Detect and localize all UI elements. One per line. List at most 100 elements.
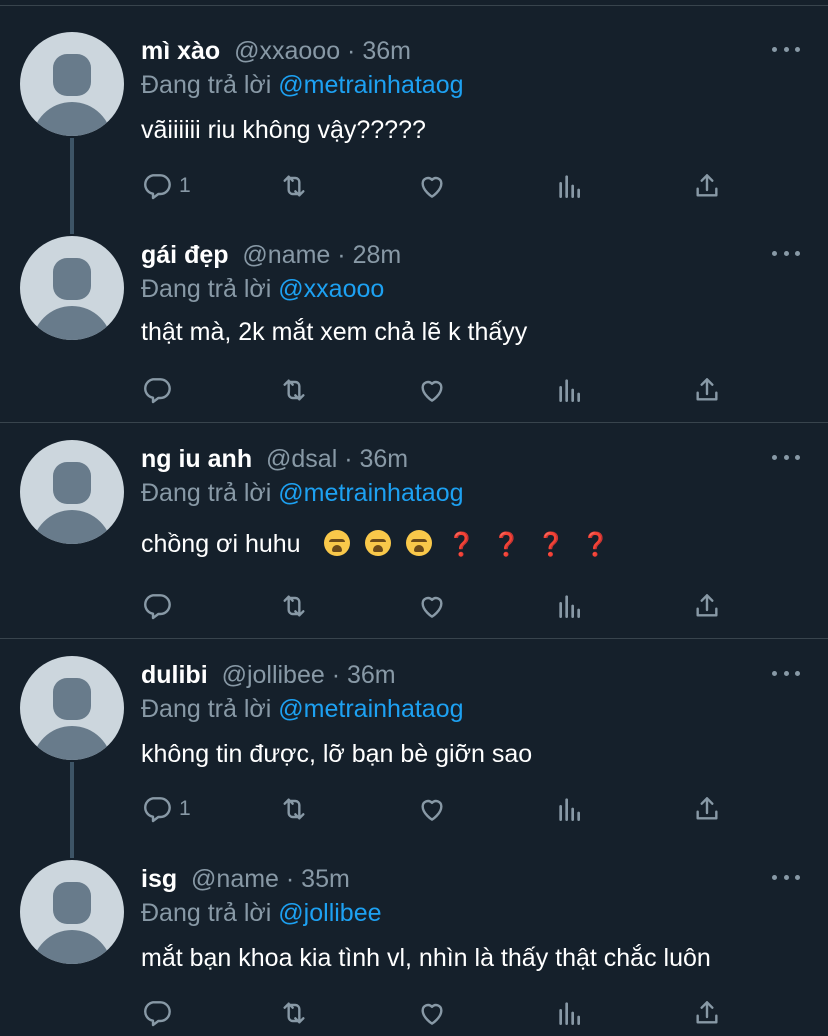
- handle[interactable]: @name: [242, 241, 330, 269]
- thread-connector: [70, 138, 74, 234]
- display-name[interactable]: isg: [141, 865, 177, 893]
- retweet-button[interactable]: [278, 792, 310, 826]
- avatar[interactable]: [20, 656, 124, 760]
- tweet-actions: [141, 589, 741, 623]
- replying-label: Đang trả lời: [141, 479, 272, 507]
- replying-to: Đang trả lời @metrainhataog: [141, 70, 464, 100]
- display-name[interactable]: ng iu anh: [141, 445, 252, 473]
- analytics-button[interactable]: [554, 373, 586, 407]
- like-button[interactable]: [416, 373, 448, 407]
- replying-label: Đang trả lời: [141, 275, 272, 303]
- reply-icon: [144, 594, 171, 620]
- question-mark-emoji: ❓: [491, 531, 521, 557]
- retweet-button[interactable]: [278, 996, 310, 1030]
- tweet-text-content: chồng ơi huhu: [141, 530, 301, 558]
- share-button[interactable]: [691, 373, 723, 407]
- tweet-header: gái đẹp @name · 28m: [141, 241, 402, 269]
- avatar[interactable]: [20, 860, 124, 964]
- reply-button[interactable]: 1: [141, 169, 191, 203]
- display-name[interactable]: dulibi: [141, 661, 208, 689]
- reply-mention[interactable]: @metrainhataog: [278, 695, 463, 723]
- display-name[interactable]: gái đẹp: [141, 241, 229, 269]
- like-icon: [421, 1003, 443, 1025]
- like-icon: [421, 799, 443, 821]
- tweet-divider: [0, 638, 828, 639]
- replying-to: Đang trả lời @metrainhataog: [141, 478, 464, 508]
- display-name[interactable]: mì xào: [141, 37, 220, 65]
- timestamp[interactable]: 35m: [301, 865, 350, 893]
- tweet-text: chồng ơi huhu ❓ ❓ ❓ ❓: [141, 528, 626, 560]
- reply-mention[interactable]: @jollibee: [278, 899, 381, 927]
- tweet-header: dulibi @jollibee · 36m: [141, 661, 396, 689]
- share-button[interactable]: [691, 996, 723, 1030]
- tweet-text: mắt bạn khoa kia tình vl, nhìn là thấy t…: [141, 944, 711, 972]
- reply-mention[interactable]: @xxaooo: [278, 275, 384, 303]
- reply-button[interactable]: [141, 373, 179, 407]
- more-icon[interactable]: [772, 452, 800, 462]
- retweet-icon: [283, 595, 305, 617]
- handle[interactable]: @dsal: [266, 445, 337, 473]
- share-button[interactable]: [691, 792, 723, 826]
- analytics-button[interactable]: [554, 169, 586, 203]
- reply-button[interactable]: [141, 589, 179, 623]
- share-button[interactable]: [691, 169, 723, 203]
- share-button[interactable]: [691, 589, 723, 623]
- avatar[interactable]: [20, 236, 124, 340]
- share-icon: [696, 1001, 718, 1024]
- replying-label: Đang trả lời: [141, 695, 272, 723]
- reply-thread: mì xào @xxaooo · 36m Đang trả lời @metra…: [0, 0, 828, 1036]
- share-icon: [696, 594, 718, 617]
- more-icon[interactable]: [772, 248, 800, 258]
- timestamp[interactable]: 36m: [347, 661, 396, 689]
- retweet-icon: [283, 175, 305, 197]
- question-mark-emoji: ❓: [536, 531, 566, 557]
- replying-to: Đang trả lời @jollibee: [141, 898, 382, 928]
- analytics-button[interactable]: [554, 792, 586, 826]
- retweet-icon: [283, 798, 305, 820]
- avatar[interactable]: [20, 32, 124, 136]
- like-icon: [421, 596, 443, 618]
- more-icon[interactable]: [772, 668, 800, 678]
- reply-button[interactable]: [141, 996, 179, 1030]
- like-button[interactable]: [416, 169, 448, 203]
- analytics-icon: [559, 595, 580, 618]
- retweet-button[interactable]: [278, 169, 310, 203]
- timestamp[interactable]: 28m: [353, 241, 402, 269]
- handle[interactable]: @name: [191, 865, 279, 893]
- analytics-icon: [559, 379, 580, 402]
- crying-face-emoji: [365, 530, 392, 556]
- like-button[interactable]: [416, 589, 448, 623]
- handle[interactable]: @jollibee: [222, 661, 325, 689]
- tweet-text: thật mà, 2k mắt xem chả lẽ k thấyy: [141, 318, 528, 346]
- reply-icon: [144, 378, 171, 404]
- avatar[interactable]: [20, 440, 124, 544]
- tweet-header: isg @name · 35m: [141, 865, 350, 893]
- reply-mention[interactable]: @metrainhataog: [278, 71, 463, 99]
- analytics-button[interactable]: [554, 589, 586, 623]
- reply-button[interactable]: 1: [141, 792, 191, 826]
- replying-to: Đang trả lời @xxaooo: [141, 274, 384, 304]
- like-button[interactable]: [416, 996, 448, 1030]
- reply-count: 1: [179, 174, 191, 197]
- replying-label: Đang trả lời: [141, 899, 272, 927]
- tweet-actions: [141, 996, 741, 1030]
- more-icon[interactable]: [772, 44, 800, 54]
- reply-count: 1: [179, 797, 191, 820]
- retweet-button[interactable]: [278, 589, 310, 623]
- analytics-button[interactable]: [554, 996, 586, 1030]
- handle[interactable]: @xxaooo: [234, 37, 340, 65]
- like-icon: [421, 176, 443, 198]
- replying-label: Đang trả lời: [141, 71, 272, 99]
- timestamp[interactable]: 36m: [362, 37, 411, 65]
- reply-mention[interactable]: @metrainhataog: [278, 479, 463, 507]
- retweet-icon: [283, 1002, 305, 1024]
- timestamp[interactable]: 36m: [359, 445, 408, 473]
- thread-connector: [70, 762, 74, 858]
- share-icon: [696, 797, 718, 820]
- more-icon[interactable]: [772, 872, 800, 882]
- crying-face-emoji: [406, 530, 433, 556]
- retweet-button[interactable]: [278, 373, 310, 407]
- top-divider: [0, 0, 828, 6]
- like-button[interactable]: [416, 792, 448, 826]
- tweet-header: mì xào @xxaooo · 36m: [141, 37, 411, 65]
